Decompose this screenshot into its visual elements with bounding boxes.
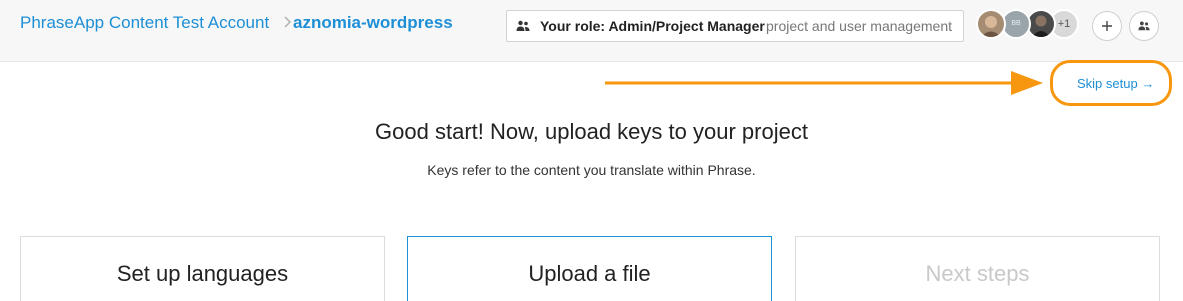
users-icon: [1138, 21, 1150, 31]
skip-setup-highlight: Skip setup →: [1050, 60, 1172, 106]
plus-icon: [1102, 21, 1112, 31]
members-button[interactable]: [1129, 11, 1159, 41]
users-icon: [516, 20, 530, 31]
role-description: project and user management: [766, 18, 952, 34]
step-card-title: Set up languages: [116, 261, 289, 286]
user-photo-icon: [1032, 15, 1050, 37]
avatar-initials: BB: [1011, 20, 1021, 27]
step-card-title: Next steps: [925, 261, 1030, 286]
annotation-arrow-icon: [605, 71, 1043, 95]
user-photo-icon: [981, 16, 1001, 37]
add-button[interactable]: [1092, 11, 1122, 41]
step-card-next-steps: Next steps: [795, 236, 1160, 301]
role-indicator: Your role: Admin/Project Manager project…: [506, 10, 964, 42]
page-title: Good start! Now, upload keys to your pro…: [375, 119, 808, 144]
step-card-upload[interactable]: Upload a file: [407, 236, 772, 301]
breadcrumb-account-link[interactable]: PhraseApp Content Test Account: [20, 13, 269, 33]
skip-setup-link[interactable]: Skip setup →: [1077, 76, 1154, 91]
top-bar: PhraseApp Content Test Account aznomia-w…: [0, 0, 1183, 62]
page-subtitle: Keys refer to the content you translate …: [427, 162, 756, 178]
step-card-languages[interactable]: Set up languages: [20, 236, 385, 301]
role-label: Your role: Admin/Project Manager: [540, 18, 765, 34]
breadcrumb-project-link[interactable]: aznomia-wordpress: [293, 13, 453, 33]
avatar[interactable]: [976, 9, 1006, 39]
step-card-title: Upload a file: [528, 261, 651, 286]
